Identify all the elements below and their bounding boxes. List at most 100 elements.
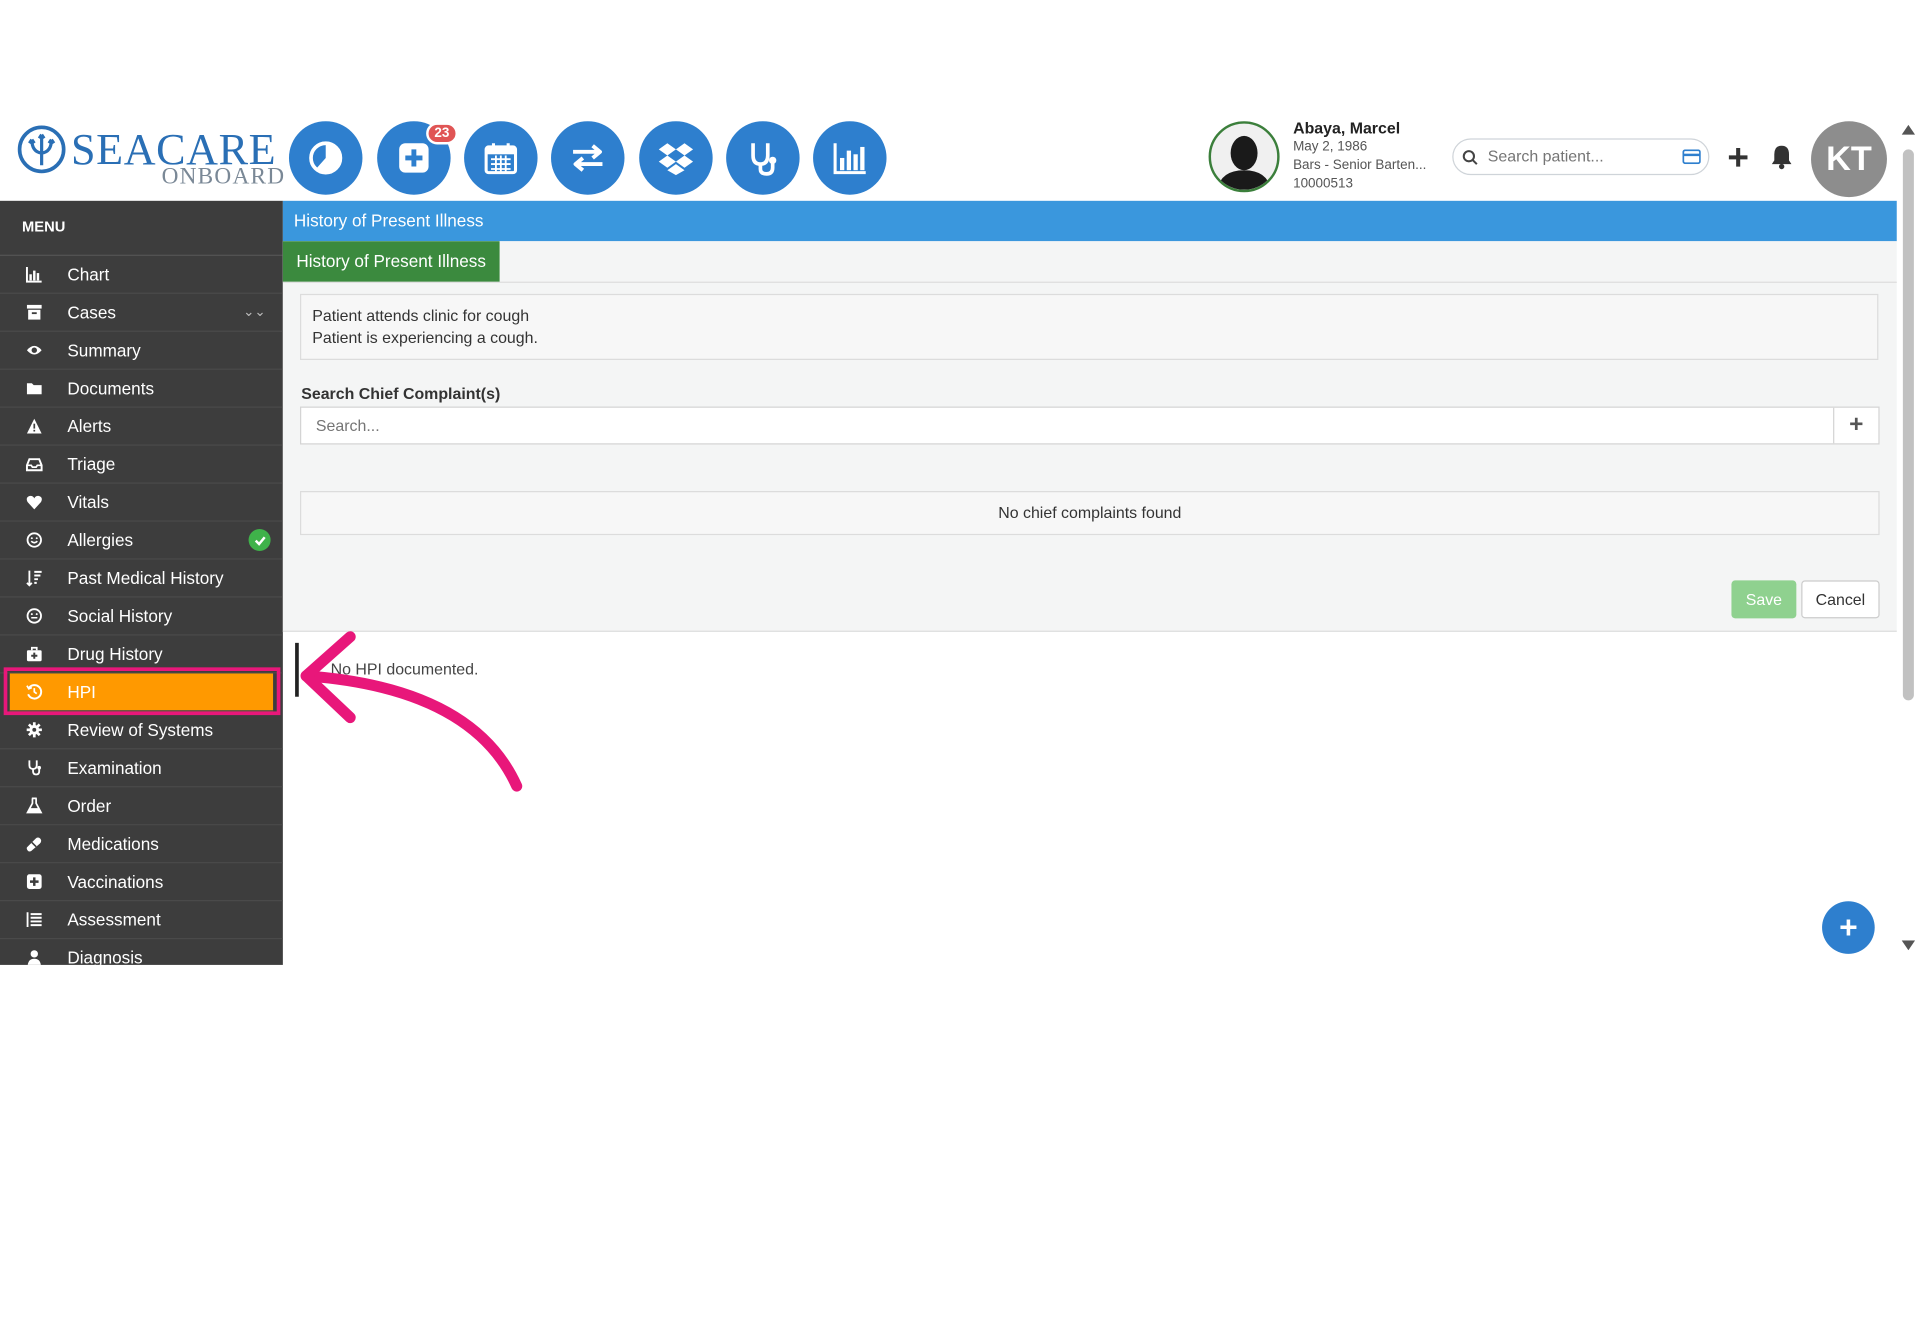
dashboard-button[interactable] — [288, 121, 363, 195]
chief-complaint-search-input[interactable] — [313, 415, 1788, 436]
sidebar-item-label: Social History — [67, 606, 173, 626]
sidebar-item-label: Medications — [67, 833, 159, 854]
sidebar-item-label: Diagnosis — [67, 947, 143, 965]
sidebar: MENU Chart Cases ⌄⌄ Summary Documents Al… — [0, 200, 283, 965]
sidebar-item-assessment[interactable]: Assessment — [0, 901, 283, 940]
trident-logo-icon — [17, 125, 66, 174]
floating-add-button[interactable]: + — [1822, 901, 1875, 954]
chief-complaint-search: + — [300, 406, 1880, 445]
pill-icon — [24, 834, 44, 854]
dropbox-button[interactable] — [639, 121, 713, 195]
no-chief-complaints-message: No chief complaints found — [300, 491, 1880, 536]
transfer-icon — [573, 144, 603, 172]
plus-square-icon — [24, 872, 44, 892]
sidebar-item-label: Assessment — [67, 909, 161, 930]
dropbox-icon — [658, 143, 694, 176]
warning-icon — [24, 416, 44, 436]
seacare-logo[interactable]: SEACARE ONBOARD — [17, 122, 284, 193]
sidebar-item-label: Cases — [67, 302, 116, 323]
sidebar-item-label: Alerts — [67, 416, 112, 436]
patient-search-input[interactable] — [1485, 145, 1674, 167]
scroll-down-icon[interactable] — [1901, 940, 1916, 951]
user-md-icon — [24, 948, 44, 965]
add-chief-complaint-button[interactable]: + — [1833, 407, 1878, 444]
pie-chart-icon — [309, 141, 343, 175]
medkit-icon — [24, 644, 44, 664]
flask-icon — [24, 796, 44, 816]
hpi-panel: History of Present Illness Patient atten… — [282, 241, 1897, 632]
tab-bar: History of Present Illness — [282, 241, 1897, 283]
sidebar-item-review-of-systems[interactable]: Review of Systems — [0, 711, 283, 750]
sidebar-item-label: Allergies — [67, 530, 134, 550]
sidebar-item-label: Vitals — [67, 492, 109, 512]
tab-history-of-present-illness[interactable]: History of Present Illness — [282, 241, 500, 282]
scrollbar[interactable] — [1899, 122, 1917, 955]
menu-title: MENU — [0, 201, 283, 256]
sidebar-item-order[interactable]: Order — [0, 787, 283, 826]
bell-icon[interactable] — [1769, 143, 1793, 170]
card-icon[interactable] — [1682, 149, 1701, 165]
sidebar-item-label: Order — [67, 795, 112, 816]
bar-chart-icon — [833, 143, 866, 175]
add-icon[interactable] — [1727, 146, 1750, 169]
scrollbar-thumb[interactable] — [1902, 149, 1914, 701]
calendar-button[interactable] — [464, 121, 538, 195]
sidebar-item-vaccinations[interactable]: Vaccinations — [0, 863, 283, 902]
calendar-icon — [484, 143, 518, 175]
sidebar-item-alerts[interactable]: Alerts — [0, 408, 283, 446]
sidebar-item-summary[interactable]: Summary — [0, 332, 283, 370]
sidebar-item-cases[interactable]: Cases ⌄⌄ — [0, 294, 283, 332]
bar-chart-icon — [24, 264, 44, 284]
eye-icon — [24, 340, 44, 360]
folder-icon — [24, 378, 44, 398]
sidebar-item-label: Past Medical History — [67, 568, 224, 588]
pointer-arrow-icon — [300, 631, 523, 792]
sidebar-item-diagnosis[interactable]: Diagnosis — [0, 939, 283, 965]
patient-name[interactable]: Abaya, Marcel — [1293, 119, 1400, 137]
sidebar-item-social-history[interactable]: Social History — [0, 598, 283, 636]
archive-icon — [24, 302, 44, 322]
sidebar-item-chart[interactable]: Chart — [0, 256, 283, 294]
patient-search[interactable] — [1452, 138, 1710, 176]
chevron-down-icon[interactable]: ⌄⌄ — [243, 304, 266, 320]
search-icon — [1462, 150, 1478, 165]
list-icon — [24, 910, 44, 930]
stethoscope-icon — [751, 143, 777, 176]
section-title-bar: History of Present Illness — [282, 200, 1897, 242]
sidebar-item-past-medical-history[interactable]: Past Medical History — [0, 560, 283, 598]
sidebar-item-label: Documents — [67, 378, 155, 398]
patient-role: Bars - Senior Barten... — [1293, 157, 1427, 173]
sidebar-item-label: Review of Systems — [67, 720, 214, 740]
sidebar-item-medications[interactable]: Medications — [0, 825, 283, 864]
chief-complaint-label: Search Chief Complaint(s) — [301, 384, 501, 403]
reports-button[interactable] — [813, 121, 887, 195]
sidebar-item-triage[interactable]: Triage — [0, 446, 283, 484]
face-icon — [24, 606, 44, 626]
hpi-text-box[interactable]: Patient attends clinic for cough Patient… — [300, 293, 1879, 361]
new-encounter-button[interactable]: 23 — [377, 121, 458, 195]
heart-icon — [24, 492, 44, 512]
sidebar-item-label: Examination — [67, 757, 162, 778]
sidebar-item-label: Drug History — [67, 644, 163, 664]
examination-button[interactable] — [726, 121, 800, 195]
face-icon — [24, 530, 44, 550]
inbox-icon — [24, 454, 44, 474]
hpi-line: Patient is experiencing a cough. — [312, 328, 538, 347]
transfer-button[interactable] — [551, 121, 625, 195]
scroll-up-icon[interactable] — [1901, 124, 1916, 135]
patient-silhouette-icon — [1217, 135, 1272, 190]
sidebar-item-documents[interactable]: Documents — [0, 370, 283, 408]
sort-icon — [24, 568, 44, 588]
sidebar-item-label: Chart — [67, 264, 110, 285]
sidebar-item-label: Triage — [67, 454, 116, 474]
medical-plus-icon — [399, 143, 429, 173]
hpi-highlight-box — [3, 667, 281, 716]
sidebar-item-allergies[interactable]: Allergies — [0, 522, 283, 560]
logo-subtext: ONBOARD — [161, 164, 286, 190]
cancel-button[interactable]: Cancel — [1801, 580, 1880, 619]
user-avatar[interactable]: KT — [1811, 121, 1887, 198]
sidebar-item-vitals[interactable]: Vitals — [0, 484, 283, 522]
patient-avatar[interactable] — [1208, 121, 1280, 193]
save-button[interactable]: Save — [1731, 580, 1797, 619]
sidebar-item-examination[interactable]: Examination — [0, 749, 283, 788]
